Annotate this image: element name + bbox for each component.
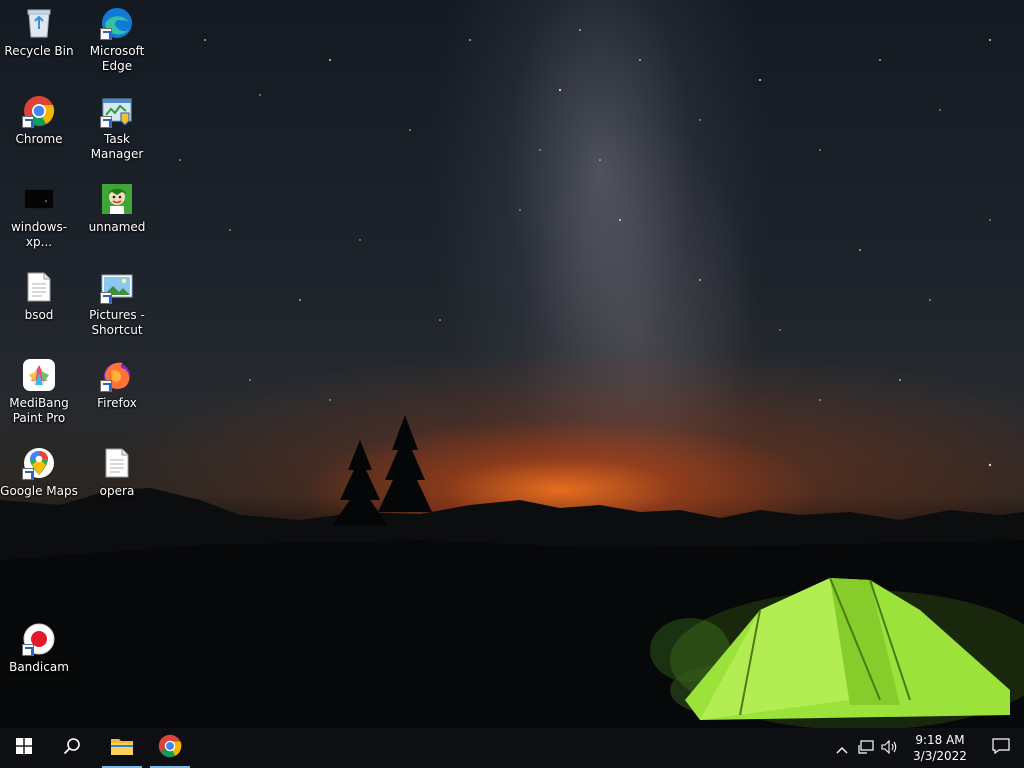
medibang-icon [22,358,56,392]
desktop-icon-label: Bandicam [9,660,69,674]
desktop-icon-windows-xp[interactable]: windows-xp... [0,182,78,250]
desktop-icon-recycle-bin[interactable]: Recycle Bin [0,6,78,59]
desktop-icon-task-manager[interactable]: Task Manager [78,94,156,162]
desktop-icon-label: Task Manager [90,132,144,161]
desktop-icon-firefox[interactable]: Firefox [78,358,156,411]
desktop-icon-google-maps[interactable]: Google Maps [0,446,78,499]
search-icon [63,737,81,759]
pine-trees [332,415,432,525]
desktop-icon-bsod[interactable]: bsod [0,270,78,323]
clock[interactable]: 9:18 AM 3/3/2022 [902,728,978,768]
firefox-icon [100,358,134,392]
network-button[interactable] [854,728,878,768]
desktop-icon-microsoft-edge[interactable]: Microsoft Edge [78,6,156,74]
desktop-icon-label: opera [99,484,135,498]
notification-icon [992,738,1010,758]
clock-time: 9:18 AM [915,733,965,747]
chrome-icon [158,734,182,762]
pictures-folder-icon [100,270,134,304]
edge-icon [100,6,134,40]
shortcut-arrow-icon [22,468,34,480]
image-file-icon [100,182,134,216]
text-file-icon [22,270,56,304]
desktop-icon-label: unnamed [88,220,146,234]
taskbar-file-explorer[interactable] [98,728,146,768]
desktop-icon-label: MediBang Paint Pro [9,396,69,425]
shortcut-arrow-icon [100,380,112,392]
desktop-icon-pictures-shortcut[interactable]: Pictures - Shortcut [78,270,156,338]
desktop-icon-medibang[interactable]: MediBang Paint Pro [0,358,78,426]
system-tray: 9:18 AM 3/3/2022 [830,728,1024,768]
desktop-icon-unnamed[interactable]: unnamed [78,182,156,235]
desktop-icon-opera[interactable]: opera [78,446,156,499]
shortcut-arrow-icon [100,28,112,40]
show-hidden-icons-button[interactable] [830,728,854,768]
task-manager-icon [100,94,134,128]
network-icon [858,739,874,758]
stars [179,29,992,467]
action-center-button[interactable] [978,728,1024,768]
chrome-icon [22,94,56,128]
desktop-icon-label: Pictures - Shortcut [89,308,145,337]
start-button[interactable] [0,728,48,768]
desktop-icon-bandicam[interactable]: Bandicam [0,622,78,675]
desktop-icon-label: Chrome [15,132,63,146]
shortcut-arrow-icon [100,292,112,304]
search-button[interactable] [48,728,96,768]
clock-date: 3/3/2022 [913,749,967,763]
windows-logo-icon [16,738,32,758]
desktop-icon-label: bsod [24,308,54,322]
desktop-icon-label: Microsoft Edge [89,44,145,73]
desktop-icon-chrome[interactable]: Chrome [0,94,78,147]
chevron-up-icon [836,739,848,758]
desktop-icon-label: windows-xp... [10,220,68,249]
taskbar: 9:18 AM 3/3/2022 [0,728,1024,768]
google-maps-icon [22,446,56,480]
shortcut-arrow-icon [100,116,112,128]
volume-button[interactable] [878,728,902,768]
taskbar-chrome[interactable] [146,728,194,768]
folder-icon [110,736,134,760]
image-file-icon [22,182,56,216]
desktop-icon-label: Recycle Bin [4,44,74,58]
text-file-icon [100,446,134,480]
shortcut-arrow-icon [22,644,34,656]
desktop-icon-label: Firefox [97,396,137,410]
shortcut-arrow-icon [22,116,34,128]
recycle-bin-icon [22,6,56,40]
desktop-icon-label: Google Maps [0,484,78,498]
bandicam-icon [22,622,56,656]
volume-icon [881,739,899,758]
